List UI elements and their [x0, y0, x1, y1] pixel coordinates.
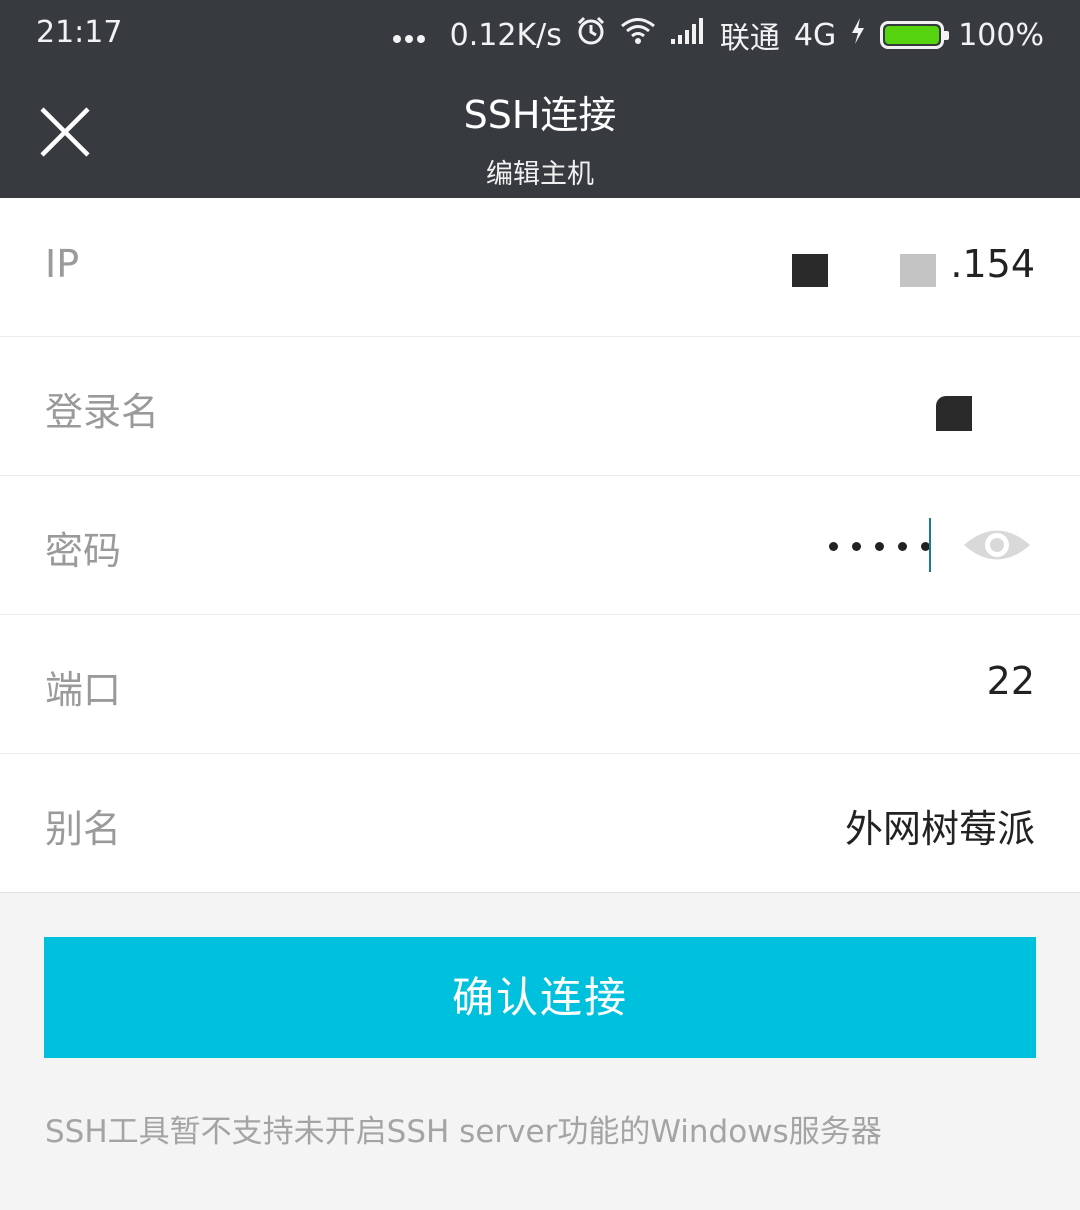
- net-speed: 0.12K/s: [449, 17, 562, 53]
- password-label: 密码: [45, 529, 122, 573]
- signal-icon: [670, 17, 706, 53]
- redacted-block: [936, 396, 972, 431]
- alarm-icon: [576, 16, 606, 54]
- network-type: 4G: [793, 17, 837, 53]
- alias-label: 别名: [45, 807, 122, 851]
- carrier-label: 联通: [719, 21, 780, 56]
- battery-percent: 100%: [958, 17, 1044, 53]
- password-input[interactable]: [829, 516, 930, 576]
- page-subtitle: 编辑主机: [486, 159, 594, 190]
- ip-label: IP: [45, 242, 80, 286]
- password-dot: [898, 541, 907, 551]
- alias-value[interactable]: 外网树莓派: [845, 798, 1035, 853]
- page-title: SSH连接: [463, 93, 617, 137]
- eye-icon: [964, 530, 1030, 560]
- redacted-block: [792, 254, 828, 287]
- wifi-icon: [620, 17, 656, 53]
- port-value[interactable]: 22: [987, 659, 1035, 703]
- battery-icon: [880, 21, 950, 49]
- redacted-block: [900, 254, 936, 287]
- password-dot: [875, 541, 884, 551]
- port-label: 端口: [45, 668, 122, 712]
- battery-fill: [885, 26, 940, 44]
- password-dot: [852, 541, 861, 551]
- app-header: 21:17 0.12K/s 联通 4G 100% SSH连接 编辑主机: [0, 0, 1080, 198]
- notice-text: SSH工具暂不支持未开启SSH server功能的Windows服务器: [45, 1114, 882, 1150]
- show-password-toggle[interactable]: [962, 524, 1032, 566]
- login-label: 登录名: [45, 390, 160, 434]
- status-time: 21:17: [36, 15, 123, 50]
- port-row[interactable]: 端口 22: [0, 615, 1080, 754]
- ip-value[interactable]: .154: [950, 242, 1035, 286]
- status-bar: 21:17 0.12K/s 联通 4G 100%: [0, 0, 1080, 70]
- status-right-group: 0.12K/s 联通 4G 100%: [392, 15, 1044, 56]
- ip-row[interactable]: IP .154: [0, 198, 1080, 337]
- password-row[interactable]: 密码: [0, 476, 1080, 615]
- host-form: IP .154 登录名 密码 端口 22 别名 外网树莓派: [0, 198, 1080, 893]
- password-dot: [829, 541, 838, 551]
- battery-nub: [944, 31, 950, 40]
- more-dots-icon: [392, 25, 426, 45]
- login-row[interactable]: 登录名: [0, 337, 1080, 476]
- text-cursor: [929, 518, 931, 572]
- alias-row[interactable]: 别名 外网树莓派: [0, 754, 1080, 893]
- charging-icon: [850, 17, 866, 53]
- confirm-connect-button[interactable]: 确认连接: [44, 937, 1036, 1058]
